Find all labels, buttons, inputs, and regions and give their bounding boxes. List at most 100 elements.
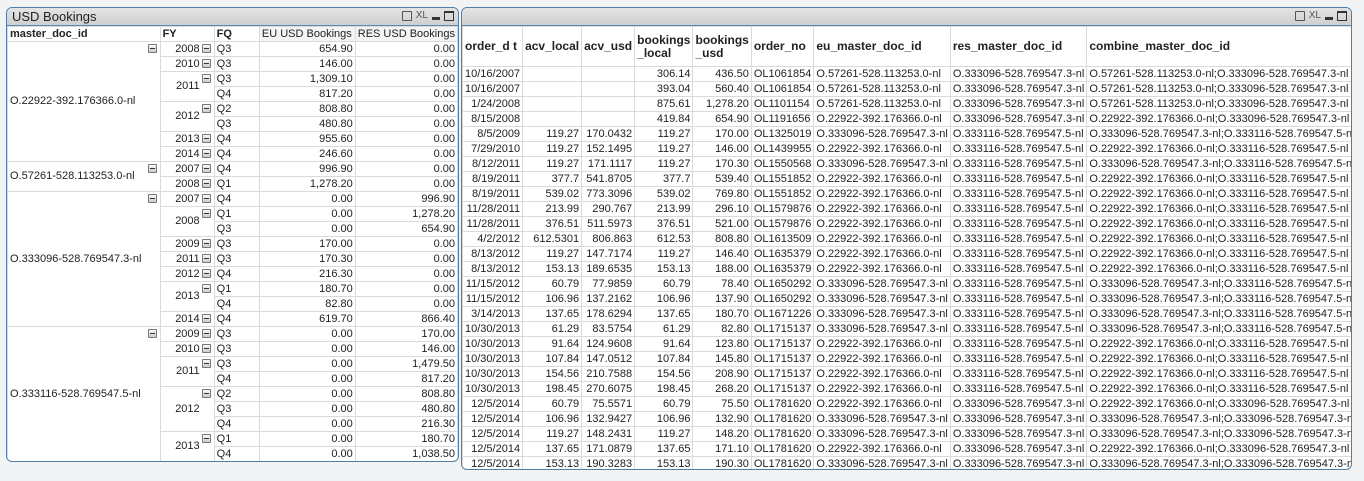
collapse-icon[interactable]	[201, 254, 211, 263]
fy-cell[interactable]: 2014	[159, 311, 215, 327]
master-doc-id-cell[interactable]: O.333096-528.769547.3-nl	[7, 191, 161, 327]
collapse-icon[interactable]	[201, 209, 211, 218]
fq-cell[interactable]: Q2	[213, 101, 260, 117]
fy-cell[interactable]: 2009	[159, 326, 215, 342]
fq-cell[interactable]: Q3	[213, 356, 260, 372]
collapse-icon[interactable]	[147, 164, 157, 173]
fq-cell[interactable]: Q1	[213, 206, 260, 222]
fy-cell[interactable]: 2007	[159, 161, 215, 177]
collapse-icon[interactable]	[201, 149, 211, 158]
collapse-icon[interactable]	[201, 269, 211, 278]
fq-cell[interactable]: Q3	[213, 401, 260, 417]
fy-cell[interactable]: 2014	[159, 146, 215, 162]
minimize-icon[interactable]	[1325, 17, 1333, 20]
header-master-doc-id[interactable]: master_doc_id	[7, 26, 161, 42]
fy-cell[interactable]: 2011	[159, 71, 215, 102]
print-icon[interactable]	[1294, 10, 1305, 21]
fy-cell[interactable]: 2013	[159, 431, 215, 461]
minimize-icon[interactable]	[432, 17, 440, 20]
collapse-icon[interactable]	[201, 314, 211, 323]
fy-cell[interactable]: 2008	[159, 176, 215, 192]
fq-cell[interactable]: Q4	[213, 131, 260, 147]
fq-cell[interactable]: Q3	[213, 341, 260, 357]
fq-cell[interactable]: Q4	[213, 161, 260, 177]
header-order-dt[interactable]: order_d t	[462, 26, 524, 67]
collapse-icon[interactable]	[201, 284, 211, 293]
fq-cell[interactable]: Q4	[213, 266, 260, 282]
fq-cell[interactable]: Q4	[213, 86, 260, 102]
fy-cell[interactable]: 2013	[159, 281, 215, 312]
fy-cell[interactable]: 2013	[159, 131, 215, 147]
header-bookings-local[interactable]: bookings _local	[634, 26, 694, 67]
header-bookings-usd[interactable]: bookings _usd	[692, 26, 752, 67]
collapse-icon[interactable]	[201, 389, 211, 398]
maximize-icon[interactable]	[1337, 10, 1347, 21]
collapse-icon[interactable]	[147, 329, 157, 338]
header-acv-usd[interactable]: acv_usd	[581, 26, 636, 67]
header-acv-local[interactable]: acv_local	[522, 26, 583, 67]
fq-cell[interactable]: Q4	[213, 191, 260, 207]
collapse-icon[interactable]	[201, 179, 211, 188]
header-combine-master-doc-id[interactable]: combine_master_doc_id	[1086, 26, 1351, 67]
fq-cell[interactable]: Q3	[213, 326, 260, 342]
fq-cell[interactable]: Q3	[213, 41, 260, 57]
panel-caption[interactable]: USD Bookings XL	[7, 8, 458, 26]
collapse-icon[interactable]	[201, 344, 211, 353]
collapse-icon[interactable]	[201, 434, 211, 443]
fy-cell[interactable]: 2010	[159, 341, 215, 357]
fy-cell[interactable]: 2012	[159, 266, 215, 282]
fy-cell[interactable]: 2010	[159, 56, 215, 72]
header-order-no[interactable]: order_no	[750, 26, 815, 67]
fq-cell[interactable]: Q4	[213, 296, 260, 312]
fq-cell[interactable]: Q4	[213, 371, 260, 387]
collapse-icon[interactable]	[201, 359, 211, 368]
fq-cell[interactable]: Q1	[213, 431, 260, 447]
fq-cell[interactable]: Q3	[213, 251, 260, 267]
fy-cell[interactable]: 2011	[159, 356, 215, 387]
fq-cell[interactable]: Q4	[213, 446, 260, 461]
fq-cell[interactable]: Q4	[213, 146, 260, 162]
collapse-icon[interactable]	[201, 104, 211, 113]
fq-cell[interactable]: Q4	[213, 416, 260, 432]
header-res-usd-bookings[interactable]: RES USD Bookings	[354, 26, 458, 42]
fy-cell[interactable]: 2012	[159, 386, 215, 432]
collapse-icon[interactable]	[201, 44, 211, 53]
fq-cell[interactable]: Q3	[213, 71, 260, 87]
collapse-icon[interactable]	[201, 329, 211, 338]
fq-cell[interactable]: Q1	[213, 281, 260, 297]
maximize-icon[interactable]	[444, 10, 454, 21]
master-doc-id-cell[interactable]: O.22922-392.176366.0-nl	[7, 41, 161, 162]
collapse-icon[interactable]	[201, 239, 211, 248]
collapse-icon[interactable]	[201, 134, 211, 143]
master-doc-id-cell[interactable]: O.57261-528.113253.0-nl	[7, 161, 161, 192]
fy-cell[interactable]: 2011	[159, 251, 215, 267]
fy-cell[interactable]: 2008	[159, 206, 215, 237]
fy-cell[interactable]: 2007	[159, 191, 215, 207]
fy-cell[interactable]: 2012	[159, 101, 215, 132]
header-res-master-doc-id[interactable]: res_master_doc_id	[949, 26, 1088, 67]
fy-cell[interactable]: 2009	[159, 236, 215, 252]
collapse-icon[interactable]	[201, 194, 211, 203]
collapse-icon[interactable]	[147, 44, 157, 53]
panel-caption[interactable]: XL	[462, 8, 1351, 26]
collapse-icon[interactable]	[201, 164, 211, 173]
header-fy[interactable]: FY	[159, 26, 215, 42]
collapse-icon[interactable]	[201, 59, 211, 68]
export-excel-button[interactable]: XL	[1309, 10, 1321, 21]
print-icon[interactable]	[401, 10, 412, 21]
fq-cell[interactable]: Q3	[213, 236, 260, 252]
header-eu-master-doc-id[interactable]: eu_master_doc_id	[813, 26, 951, 67]
fq-cell[interactable]: Q2	[213, 386, 260, 402]
header-fq[interactable]: FQ	[213, 26, 260, 42]
fy-cell[interactable]: 2008	[159, 41, 215, 57]
fq-cell[interactable]: Q1	[213, 176, 260, 192]
fq-cell[interactable]: Q3	[213, 56, 260, 72]
header-eu-usd-bookings[interactable]: EU USD Bookings	[258, 26, 356, 42]
master-doc-id-cell[interactable]: O.333116-528.769547.5-nl	[7, 326, 161, 461]
fq-cell[interactable]: Q3	[213, 116, 260, 132]
collapse-icon[interactable]	[201, 74, 211, 83]
export-excel-button[interactable]: XL	[416, 10, 428, 21]
fq-cell[interactable]: Q4	[213, 311, 260, 327]
fq-cell[interactable]: Q3	[213, 221, 260, 237]
collapse-icon[interactable]	[147, 194, 157, 203]
